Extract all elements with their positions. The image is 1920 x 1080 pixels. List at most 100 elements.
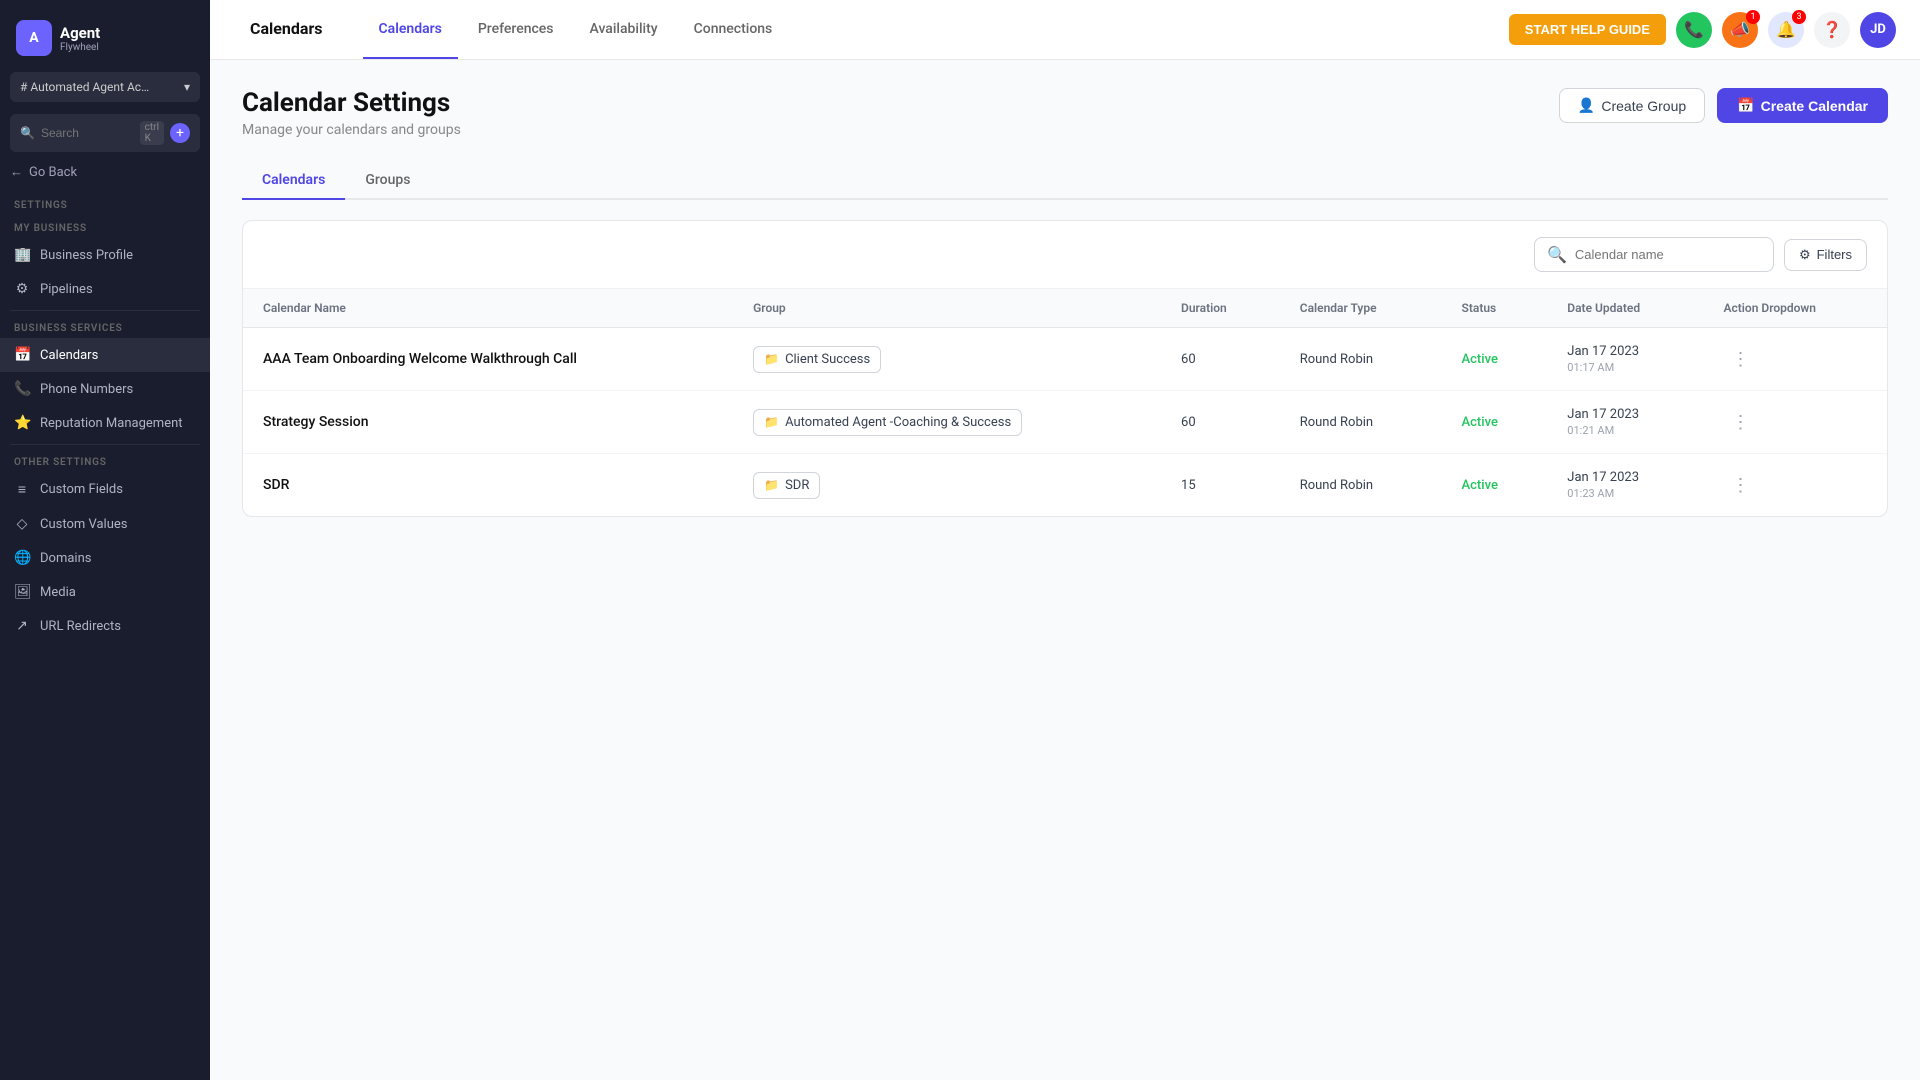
nav-tab-calendars-main[interactable]: Calendars bbox=[234, 0, 339, 59]
cell-date-1: Jan 17 2023 01:21 AM bbox=[1547, 391, 1703, 454]
tab-preferences[interactable]: Preferences bbox=[462, 0, 570, 59]
cell-group-1: 📁 Automated Agent -Coaching & Success bbox=[733, 391, 1161, 454]
account-selector[interactable]: # Automated Agent Acad... ▾ bbox=[10, 72, 200, 102]
col-group: Group bbox=[733, 289, 1161, 328]
create-group-button[interactable]: 👤 Create Group bbox=[1559, 88, 1705, 123]
sidebar-item-label: Phone Numbers bbox=[40, 382, 133, 397]
add-button[interactable]: + bbox=[170, 123, 190, 143]
calendar-plus-icon: 📅 bbox=[1737, 97, 1754, 114]
col-calendar-type: Calendar Type bbox=[1280, 289, 1442, 328]
sidebar-item-label: Custom Values bbox=[40, 517, 128, 532]
group-name-2: SDR bbox=[785, 478, 809, 493]
sidebar-item-calendars[interactable]: 📅 Calendars bbox=[0, 338, 210, 372]
folder-icon: 📁 bbox=[764, 415, 779, 429]
phone-nav-icon[interactable]: 📞 bbox=[1676, 12, 1712, 48]
question-icon: ❓ bbox=[1822, 20, 1842, 39]
cell-duration-1: 60 bbox=[1161, 391, 1280, 454]
sub-tab-groups[interactable]: Groups bbox=[345, 162, 430, 200]
page-actions: 👤 Create Group 📅 Create Calendar bbox=[1559, 88, 1888, 123]
col-date-updated: Date Updated bbox=[1547, 289, 1703, 328]
sidebar-item-url-redirects[interactable]: ↗ URL Redirects bbox=[0, 609, 210, 643]
sub-tab-calendars[interactable]: Calendars bbox=[242, 162, 345, 200]
media-icon: 🖼 bbox=[14, 584, 30, 600]
page-subtitle: Manage your calendars and groups bbox=[242, 122, 461, 138]
create-group-label: Create Group bbox=[1601, 98, 1686, 114]
cell-status-1: Active bbox=[1442, 391, 1548, 454]
table-row: Strategy Session 📁 Automated Agent -Coac… bbox=[243, 391, 1887, 454]
search-box[interactable]: 🔍 ctrl K + bbox=[10, 114, 200, 152]
table-header-row: Calendar Name Group Duration Calendar Ty… bbox=[243, 289, 1887, 328]
calendar-search-input[interactable] bbox=[1575, 247, 1761, 262]
cell-calendar-name-2[interactable]: SDR bbox=[243, 454, 733, 517]
logo-sub: Flywheel bbox=[60, 42, 100, 53]
table-head: Calendar Name Group Duration Calendar Ty… bbox=[243, 289, 1887, 328]
cell-action-1[interactable]: ⋮ bbox=[1703, 391, 1887, 454]
tab-connections[interactable]: Connections bbox=[678, 0, 789, 59]
sidebar-item-custom-fields[interactable]: ≡ Custom Fields bbox=[0, 472, 210, 507]
sub-tabs: Calendars Groups bbox=[242, 162, 1888, 200]
cell-action-0[interactable]: ⋮ bbox=[1703, 328, 1887, 391]
cell-group-2: 📁 SDR bbox=[733, 454, 1161, 517]
status-badge-0: Active bbox=[1462, 352, 1498, 367]
url-redirects-icon: ↗ bbox=[14, 618, 30, 634]
logo-text: Agent bbox=[60, 24, 100, 42]
megaphone-nav-icon[interactable]: 📣 1 bbox=[1722, 12, 1758, 48]
avatar[interactable]: JD bbox=[1860, 12, 1896, 48]
group-name-0: Client Success bbox=[785, 352, 870, 367]
cell-calendar-name-1[interactable]: Strategy Session bbox=[243, 391, 733, 454]
status-badge-2: Active bbox=[1462, 478, 1498, 493]
page-title: Calendar Settings bbox=[242, 88, 461, 118]
help-nav-icon[interactable]: ❓ bbox=[1814, 12, 1850, 48]
sidebar-item-label: Business Profile bbox=[40, 248, 133, 263]
divider-2 bbox=[10, 444, 200, 445]
action-menu-button-2[interactable]: ⋮ bbox=[1723, 471, 1757, 500]
sidebar-item-business-profile[interactable]: 🏢 Business Profile bbox=[0, 238, 210, 272]
tab-availability[interactable]: Availability bbox=[574, 0, 674, 59]
nav-tabs: Calendars Calendars Preferences Availabi… bbox=[234, 0, 788, 59]
group-name-1: Automated Agent -Coaching & Success bbox=[785, 415, 1011, 430]
calendars-table-card: 🔍 ⚙ Filters Calendar Name Group Duration… bbox=[242, 220, 1888, 517]
filter-label: Filters bbox=[1817, 247, 1852, 262]
logo-icon: A bbox=[16, 20, 52, 56]
search-icon: 🔍 bbox=[20, 126, 35, 140]
sidebar-item-pipelines[interactable]: ⚙ Pipelines bbox=[0, 272, 210, 306]
create-calendar-button[interactable]: 📅 Create Calendar bbox=[1717, 88, 1888, 123]
sidebar-item-domains[interactable]: 🌐 Domains bbox=[0, 541, 210, 575]
search-icon: 🔍 bbox=[1547, 245, 1567, 264]
top-nav: Calendars Calendars Preferences Availabi… bbox=[210, 0, 1920, 60]
cell-calendar-name-0[interactable]: AAA Team Onboarding Welcome Walkthrough … bbox=[243, 328, 733, 391]
cell-action-2[interactable]: ⋮ bbox=[1703, 454, 1887, 517]
go-back-button[interactable]: ← Go Back bbox=[10, 164, 200, 180]
tab-calendars[interactable]: Calendars bbox=[363, 0, 458, 59]
sidebar-item-reputation-management[interactable]: ⭐ Reputation Management bbox=[0, 406, 210, 440]
search-input[interactable] bbox=[41, 126, 134, 140]
nav-right: START HELP GUIDE 📞 📣 1 🔔 3 ❓ JD bbox=[1509, 12, 1896, 48]
bell-nav-icon[interactable]: 🔔 3 bbox=[1768, 12, 1804, 48]
sidebar-item-custom-values[interactable]: ◇ Custom Values bbox=[0, 507, 210, 541]
col-status: Status bbox=[1442, 289, 1548, 328]
action-menu-button-1[interactable]: ⋮ bbox=[1723, 408, 1757, 437]
page-content: Calendar Settings Manage your calendars … bbox=[210, 60, 1920, 1080]
sidebar-item-media[interactable]: 🖼 Media bbox=[0, 575, 210, 609]
cell-duration-2: 15 bbox=[1161, 454, 1280, 517]
cell-status-2: Active bbox=[1442, 454, 1548, 517]
table-body: AAA Team Onboarding Welcome Walkthrough … bbox=[243, 328, 1887, 517]
filter-button[interactable]: ⚙ Filters bbox=[1784, 239, 1867, 271]
help-guide-button[interactable]: START HELP GUIDE bbox=[1509, 14, 1666, 45]
chevron-down-icon: ▾ bbox=[184, 80, 190, 94]
reputation-icon: ⭐ bbox=[14, 415, 30, 431]
sidebar-item-phone-numbers[interactable]: 📞 Phone Numbers bbox=[0, 372, 210, 406]
back-arrow-icon: ← bbox=[10, 164, 23, 180]
cell-type-1: Round Robin bbox=[1280, 391, 1442, 454]
cell-type-0: Round Robin bbox=[1280, 328, 1442, 391]
action-menu-button-0[interactable]: ⋮ bbox=[1723, 345, 1757, 374]
sidebar-item-label: Calendars bbox=[40, 348, 98, 363]
sidebar-item-label: Reputation Management bbox=[40, 416, 183, 431]
create-calendar-label: Create Calendar bbox=[1761, 98, 1868, 114]
calendars-icon: 📅 bbox=[14, 347, 30, 363]
custom-values-icon: ◇ bbox=[14, 516, 30, 532]
sidebar-item-label: Pipelines bbox=[40, 282, 93, 297]
calendar-search-wrapper[interactable]: 🔍 bbox=[1534, 237, 1774, 272]
col-action: Action Dropdown bbox=[1703, 289, 1887, 328]
filter-icon: ⚙ bbox=[1799, 247, 1811, 263]
